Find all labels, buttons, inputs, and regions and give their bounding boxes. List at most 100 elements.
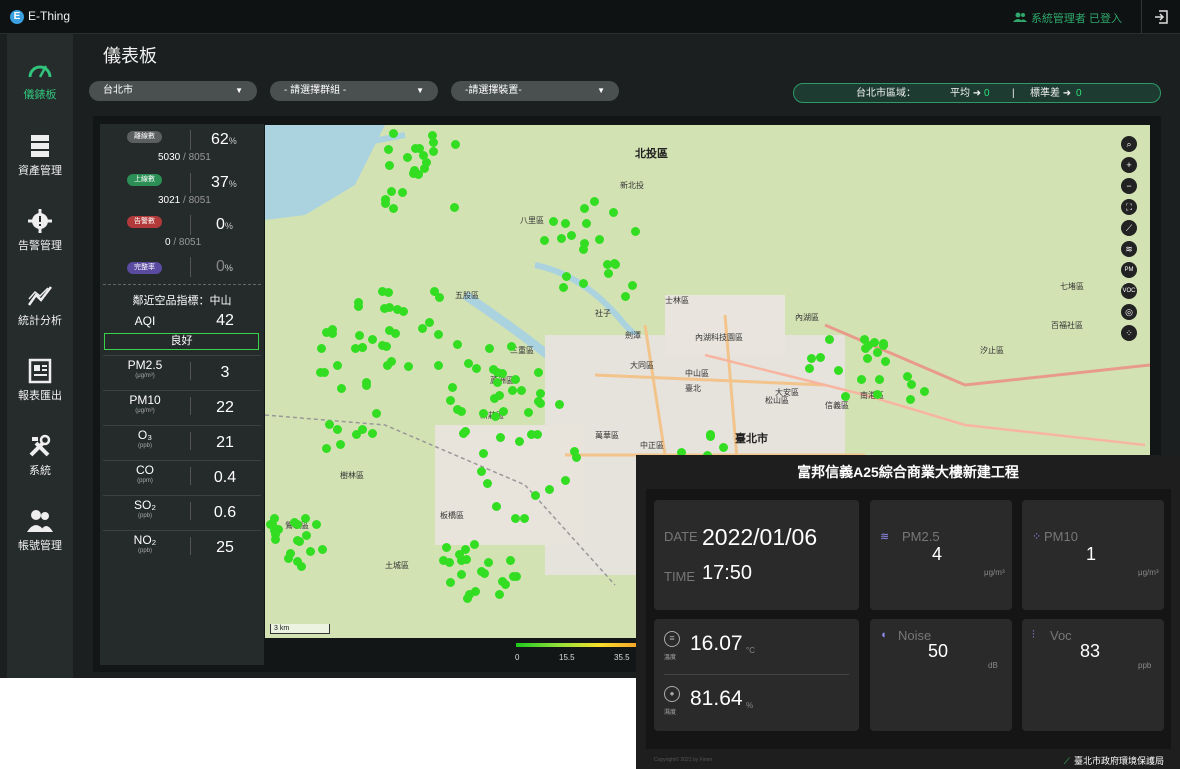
sidebar-item-analytics[interactable]: 統計分析 (7, 283, 73, 328)
sidebar-item-alerts[interactable]: 告警管理 (7, 208, 73, 253)
sensor-marker[interactable] (536, 398, 546, 408)
sidebar-item-reports[interactable]: 報表匯出 (7, 358, 73, 403)
sensor-marker[interactable] (523, 408, 533, 418)
sensor-marker[interactable] (497, 368, 507, 378)
sensor-marker[interactable] (320, 367, 330, 377)
sensor-marker[interactable] (390, 329, 400, 339)
sensor-marker[interactable] (807, 353, 817, 363)
search-icon[interactable]: ⌕ (1121, 136, 1137, 152)
sensor-marker[interactable] (333, 424, 343, 434)
device-select[interactable]: -請選擇裝置- ▼ (451, 81, 619, 101)
sensor-marker[interactable] (862, 353, 872, 363)
sensor-marker[interactable] (388, 203, 398, 213)
sidebar-item-accounts[interactable]: 帳號管理 (7, 508, 73, 553)
sensor-marker[interactable] (300, 513, 310, 523)
sensor-marker[interactable] (485, 343, 495, 353)
city-select[interactable]: 台北市 ▼ (89, 81, 257, 101)
sensor-marker[interactable] (384, 160, 394, 170)
sensor-marker[interactable] (384, 287, 393, 297)
sensor-marker[interactable] (580, 238, 590, 248)
sensor-marker[interactable] (491, 502, 501, 512)
sensor-marker[interactable] (384, 144, 394, 154)
sensor-marker[interactable] (292, 556, 302, 566)
sensor-marker[interactable] (454, 549, 464, 559)
sensor-marker[interactable] (630, 227, 640, 237)
sensor-marker[interactable] (397, 187, 407, 197)
sensor-marker[interactable] (556, 234, 566, 244)
sensor-marker[interactable] (445, 395, 455, 405)
sensor-marker[interactable] (398, 307, 408, 317)
sensor-marker[interactable] (410, 143, 420, 153)
sensor-marker[interactable] (322, 443, 332, 453)
sensor-marker[interactable] (815, 353, 825, 363)
sensor-marker[interactable] (578, 278, 588, 288)
sensor-marker[interactable] (428, 137, 438, 147)
sensor-marker[interactable] (582, 218, 592, 228)
sensor-marker[interactable] (580, 204, 590, 214)
wind-icon[interactable]: ≋ (1121, 241, 1137, 257)
sensor-marker[interactable] (603, 268, 613, 278)
sensor-marker[interactable] (316, 343, 326, 353)
sidebar-item-assets[interactable]: 資產管理 (7, 133, 73, 178)
sensor-marker[interactable] (905, 394, 915, 404)
sensor-marker[interactable] (507, 385, 517, 395)
sensor-marker[interactable] (620, 291, 630, 301)
sensor-marker[interactable] (539, 236, 549, 246)
sensor-marker[interactable] (560, 476, 570, 486)
sensor-marker[interactable] (511, 513, 521, 523)
sensor-marker[interactable] (333, 360, 343, 370)
sensor-marker[interactable] (447, 383, 457, 393)
fullscreen-icon[interactable]: ⛶ (1121, 199, 1137, 215)
sensor-marker[interactable] (906, 380, 916, 390)
zoom-out-icon[interactable]: − (1121, 178, 1137, 194)
sensor-marker[interactable] (457, 406, 467, 416)
map-layer-button[interactable]: PM 2.5 (1121, 262, 1137, 289)
sensor-marker[interactable] (463, 359, 473, 369)
sensor-marker[interactable] (501, 579, 511, 589)
sensor-marker[interactable] (479, 448, 488, 458)
sensor-marker[interactable] (875, 374, 885, 384)
sensor-marker[interactable] (520, 513, 530, 523)
sensor-marker[interactable] (383, 360, 393, 370)
sensor-marker[interactable] (880, 357, 890, 367)
sensor-marker[interactable] (433, 360, 443, 370)
sensor-marker[interactable] (506, 555, 516, 565)
sensor-marker[interactable] (471, 363, 481, 373)
logout-button[interactable] (1141, 0, 1180, 33)
sensor-marker[interactable] (878, 338, 888, 348)
sensor-marker[interactable] (494, 391, 504, 401)
sensor-marker[interactable] (445, 577, 455, 587)
sidebar-item-dashboard[interactable]: 儀錶板 (7, 57, 73, 102)
sensor-marker[interactable] (548, 217, 558, 227)
sensor-marker[interactable] (450, 202, 460, 212)
sensor-marker[interactable] (554, 399, 564, 409)
sensor-marker[interactable] (292, 535, 302, 545)
sensor-marker[interactable] (482, 478, 492, 488)
sensor-marker[interactable] (462, 593, 472, 603)
sensor-marker[interactable] (353, 301, 363, 311)
sensor-marker[interactable] (470, 586, 480, 596)
dots-icon[interactable]: ⁘ (1121, 325, 1137, 341)
sensor-marker[interactable] (403, 362, 413, 372)
sensor-marker[interactable] (627, 281, 637, 291)
sensor-marker[interactable] (354, 331, 364, 341)
sensor-marker[interactable] (840, 391, 850, 401)
sensor-marker[interactable] (545, 484, 555, 494)
sensor-marker[interactable] (357, 424, 367, 434)
sensor-marker[interactable] (301, 530, 311, 540)
sensor-marker[interactable] (379, 303, 389, 313)
sensor-marker[interactable] (269, 513, 279, 523)
sensor-marker[interactable] (419, 163, 429, 173)
sensor-marker[interactable] (516, 386, 526, 396)
sensor-marker[interactable] (706, 431, 716, 441)
sensor-marker[interactable] (533, 368, 543, 378)
sensor-marker[interactable] (371, 408, 381, 418)
sensor-marker[interactable] (408, 169, 418, 179)
sensor-marker[interactable] (483, 558, 493, 568)
sensor-marker[interactable] (492, 378, 502, 388)
target-icon[interactable]: ◎ (1121, 304, 1137, 320)
sensor-marker[interactable] (337, 383, 347, 393)
sensor-marker[interactable] (609, 259, 619, 269)
sidebar-item-system[interactable]: 系統 (7, 433, 73, 478)
map-layer-button[interactable]: VOC (1121, 283, 1137, 299)
